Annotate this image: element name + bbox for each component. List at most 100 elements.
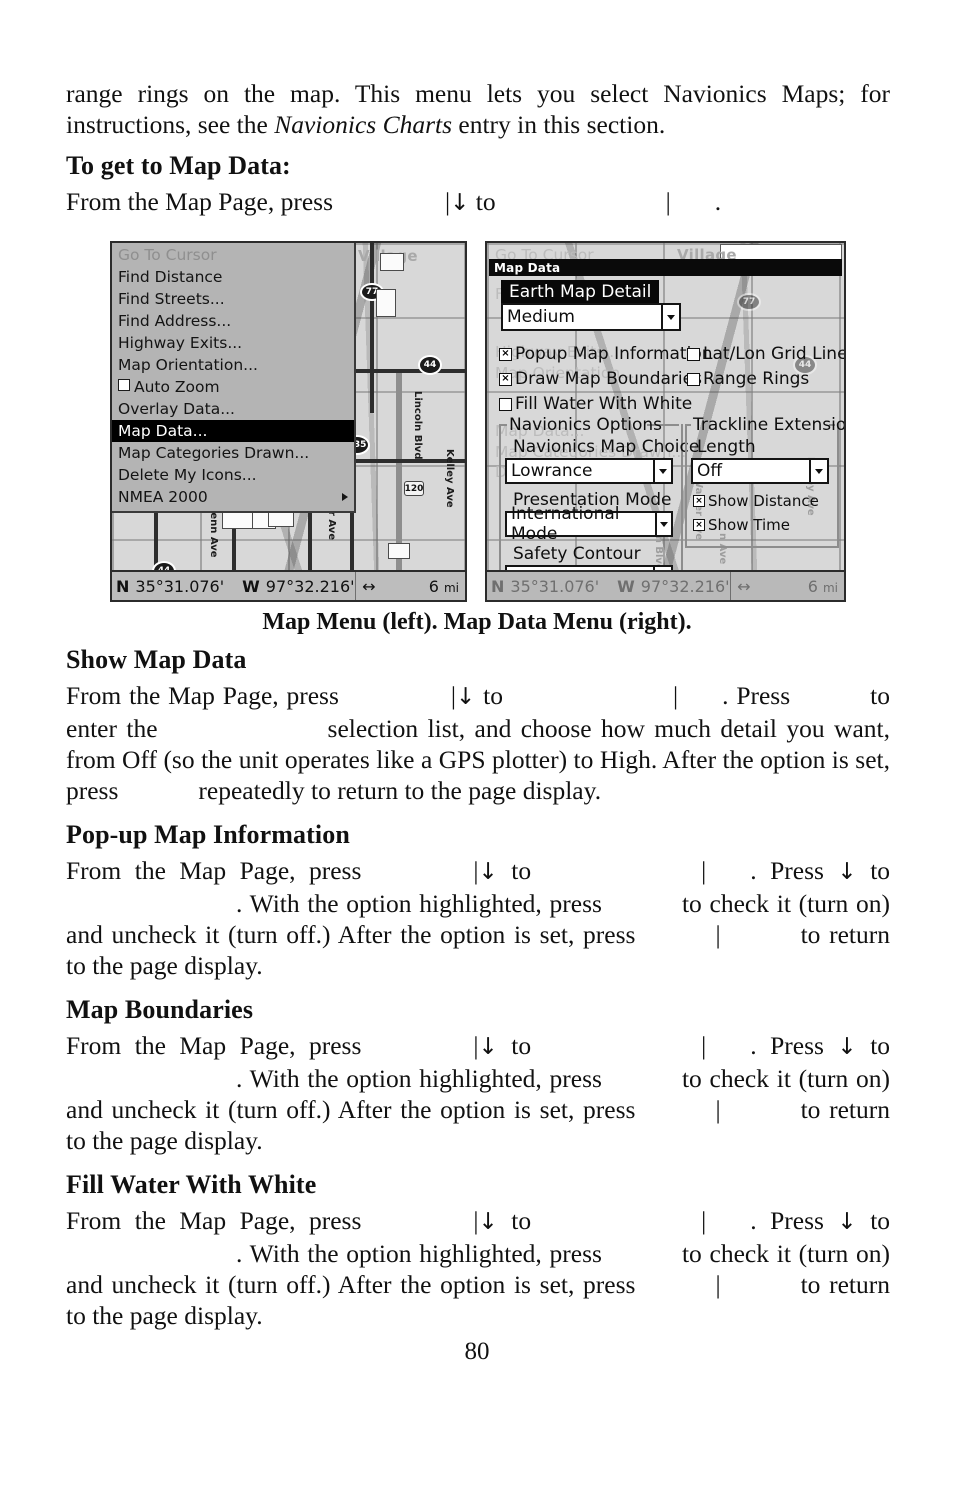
key-separator-bar-2: | <box>665 187 671 216</box>
intro-line-1: range rings on the map. This menu lets y… <box>66 79 890 108</box>
key-separator-bar-2: | <box>701 1206 707 1235</box>
heading-to-get-to-map-data: To get to Map Data: <box>66 151 291 180</box>
checkbox-popup-map-information[interactable]: × Popup Map Information <box>499 344 713 364</box>
down-arrow-icon-2: ↓ <box>837 859 857 885</box>
menu-item-label: Go To Cursor <box>118 246 217 264</box>
menu-item-highway-exits[interactable]: Highway Exits... <box>112 332 354 354</box>
checkbox-lat-lon-grid-lines[interactable]: Lat/Lon Grid Lines <box>687 344 844 364</box>
intro-paragraph: range rings on the map. This menu lets y… <box>66 78 890 140</box>
checkbox-show-distance[interactable]: × Show Distance <box>693 492 819 510</box>
key-separator-bar-2: | <box>672 681 679 710</box>
map-data-dialog-body: Earth Map Detail Medium × Popup Map Info… <box>489 276 844 600</box>
trackline-length-value: Off <box>697 461 723 481</box>
checkbox-label: Show Distance <box>708 492 819 510</box>
safety-contour-label: Safety Contour <box>513 544 641 564</box>
menu-item-overlay-data[interactable]: Overlay Data... <box>112 398 354 420</box>
presentation-mode-combo[interactable]: International Mode <box>505 504 673 544</box>
pmi-t3: . Press <box>750 856 824 885</box>
intro-line-2a: instructions, see the <box>66 110 275 139</box>
mb-t3: . Press <box>750 1031 824 1060</box>
route-marker-120: 120 <box>404 481 424 496</box>
chevron-right-icon <box>342 493 348 501</box>
checkbox-label: Popup Map Information <box>515 344 713 364</box>
zoom-indicator: ↔ 6 mi <box>356 577 465 596</box>
map-boundaries-paragraph: From the Map Page, press |↓ to |. Press ↓ … <box>66 1030 890 1156</box>
earth-map-detail-combo[interactable]: Medium <box>501 303 681 331</box>
chevron-down-icon[interactable] <box>654 513 671 535</box>
menu-item-map-orientation[interactable]: Map Orientation... <box>112 354 354 376</box>
checkbox-box[interactable]: × <box>499 372 512 386</box>
pmi-t1: From the Map Page, press <box>66 856 362 885</box>
road-horizontal-1 <box>344 369 465 373</box>
heading-fill-water-with-white: Fill Water With White <box>66 1170 317 1199</box>
chevron-down-icon[interactable] <box>809 460 827 482</box>
checkbox-box[interactable]: × <box>693 495 705 507</box>
menu-item-go-to-cursor: Go To Cursor <box>112 244 354 266</box>
zoom-value: 6 <box>807 576 818 596</box>
figure-caption: Map Menu (left). Map Data Menu (right). <box>262 609 692 635</box>
smd-t2: to <box>483 681 503 710</box>
menu-item-label: Map Orientation... <box>118 356 258 374</box>
fww-t2: to <box>511 1206 532 1235</box>
zoom-unit: mi <box>822 580 838 595</box>
navionics-charts-italic: Navionics Charts <box>274 110 453 139</box>
checkbox-fill-water-with-white[interactable]: Fill Water With White <box>499 394 692 414</box>
trackline-extensions-group-label: Trackline Extensions <box>693 415 846 435</box>
map-data-menu-screenshot: Go To Cursor Find Distance Highway Exits… <box>485 241 846 602</box>
trackline-length-combo[interactable]: Off <box>691 458 829 484</box>
menu-item-find-distance[interactable]: Find Distance <box>112 266 354 288</box>
map-menu-list[interactable]: Go To Cursor Find Distance Find Streets.… <box>112 243 356 513</box>
navionics-map-choice-combo[interactable]: Lowrance <box>505 458 673 484</box>
checkbox-show-time[interactable]: × Show Time <box>693 516 790 534</box>
checkbox-draw-map-boundaries[interactable]: × Draw Map Boundaries <box>499 369 702 389</box>
down-arrow-icon: ↓ <box>478 859 498 885</box>
key-separator-bar-3: | <box>715 1095 721 1124</box>
navionics-options-group-label: Navionics Options <box>509 415 663 435</box>
menu-item-label: Overlay Data... <box>118 400 235 418</box>
auto-zoom-checkbox[interactable] <box>118 379 130 391</box>
menu-item-label: Find Address... <box>118 312 232 330</box>
key-separator-bar-2: | <box>701 856 707 885</box>
menu-item-auto-zoom[interactable]: Auto Zoom <box>112 376 354 398</box>
manual-page: range rings on the map. This menu lets y… <box>0 0 954 1487</box>
chevron-down-icon[interactable] <box>653 460 671 482</box>
fww-t1: From the Map Page, press <box>66 1206 362 1235</box>
zoom-arrows-icon: ↔ <box>362 576 376 596</box>
chevron-down-icon[interactable] <box>661 305 679 329</box>
longitude-value: 97°32.216' <box>265 576 355 596</box>
map-label-kelley-ave: Kelley Ave <box>444 449 455 508</box>
smd-t3: . Press <box>722 681 791 710</box>
down-arrow-icon-2: ↓ <box>837 1209 857 1235</box>
menu-item-find-address[interactable]: Find Address... <box>112 310 354 332</box>
mb-t4: to <box>870 1031 891 1060</box>
lat-hemisphere: N <box>116 576 130 596</box>
key-separator-bar-3: | <box>715 920 721 949</box>
menu-item-map-categories-drawn[interactable]: Map Categories Drawn... <box>112 442 354 464</box>
checkbox-range-rings[interactable]: Range Rings <box>687 369 809 389</box>
map-label-lincoln-blvd: Lincoln Blvd <box>412 391 423 460</box>
menu-item-label: Map Data... <box>118 422 208 440</box>
menu-item-label: NMEA 2000 <box>118 488 208 506</box>
mb-t1: From the Map Page, press <box>66 1031 362 1060</box>
mb-t5: . With the option highlighted, press <box>236 1064 602 1093</box>
map-building-4 <box>388 543 410 559</box>
checkbox-box[interactable] <box>499 397 512 411</box>
checkbox-box[interactable] <box>687 372 700 386</box>
latitude-value: 35°31.076' <box>510 576 600 596</box>
fww-t3: . Press <box>750 1206 824 1235</box>
menu-item-map-data[interactable]: Map Data... <box>112 420 354 442</box>
menu-item-find-streets[interactable]: Find Streets... <box>112 288 354 310</box>
checkbox-box[interactable]: × <box>499 347 512 361</box>
checkbox-box[interactable]: × <box>693 519 705 531</box>
zoom-arrows-icon: ↔ <box>737 576 751 596</box>
checkbox-label: Draw Map Boundaries <box>515 369 702 389</box>
show-map-data-paragraph: From the Map Page, press |↓ to |. Press to … <box>66 680 890 806</box>
menu-item-delete-my-icons[interactable]: Delete My Icons... <box>112 464 354 486</box>
map-menu-screenshot: Village Nichols Hills 63rd st Lincoln Bl… <box>110 241 467 602</box>
fww-t5: . With the option highlighted, press <box>236 1239 602 1268</box>
menu-item-nmea-2000[interactable]: NMEA 2000 <box>112 486 354 508</box>
map-status-bar-right: N 35°31.076' W 97°32.216' ↔ 6 mi <box>487 570 844 600</box>
road-gray-1 <box>396 373 402 600</box>
map-data-dialog-titlebar: Map Data <box>489 259 842 276</box>
checkbox-box[interactable] <box>687 347 700 361</box>
